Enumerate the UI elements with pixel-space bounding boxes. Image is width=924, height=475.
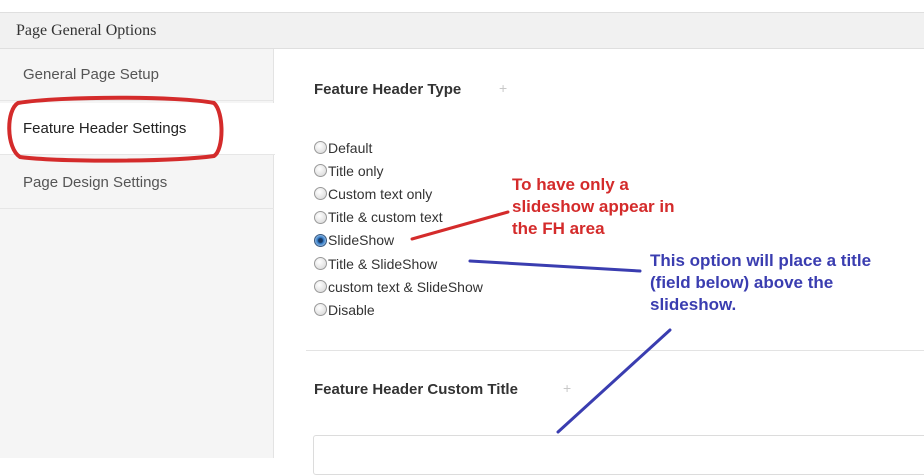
blue-arrow-line-top xyxy=(468,259,642,273)
red-highlight-ellipse xyxy=(7,95,224,163)
blue-arrow-line-bottom xyxy=(556,328,672,434)
red-arrow-line xyxy=(410,210,510,241)
annotation-overlay xyxy=(7,95,672,434)
